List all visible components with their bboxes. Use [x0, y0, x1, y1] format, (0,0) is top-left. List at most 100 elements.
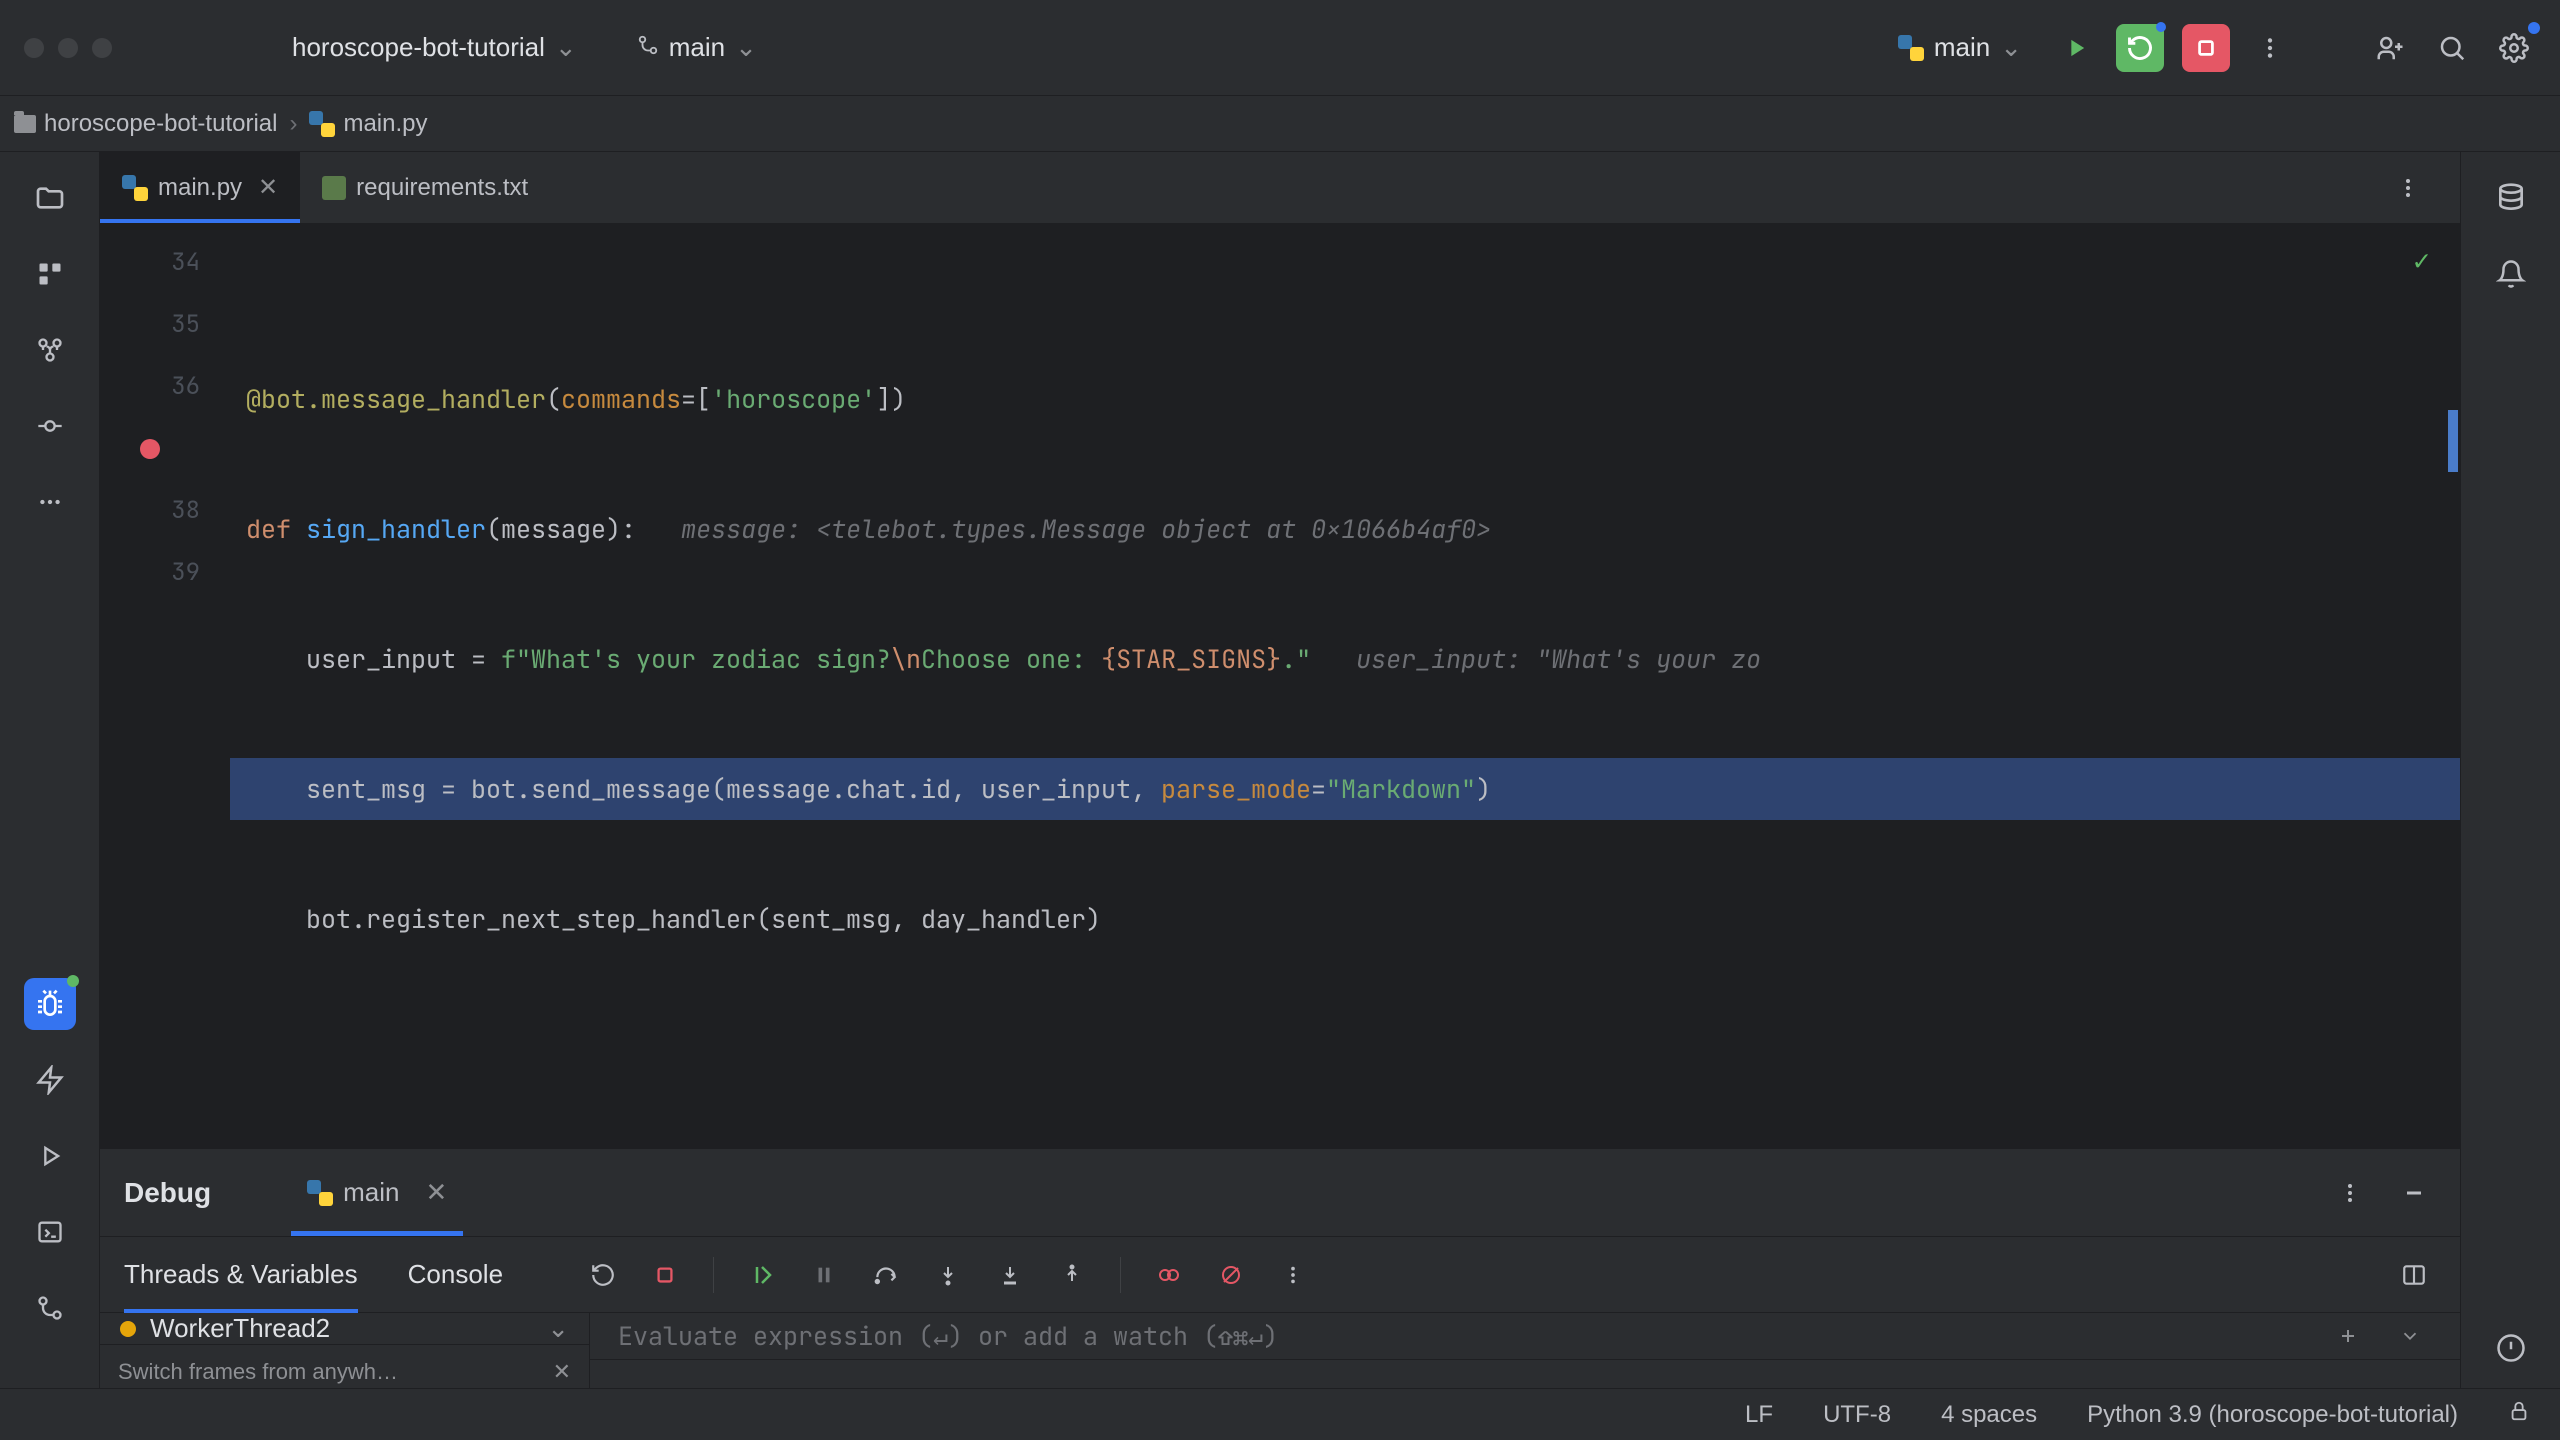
debug-toolbar: [583, 1255, 1313, 1295]
thread-selector[interactable]: WorkerThread2 ⌄: [100, 1313, 589, 1345]
gutter-line[interactable]: 39: [100, 542, 200, 604]
txt-icon: [322, 176, 346, 200]
minimize-panel-button[interactable]: [2392, 1171, 2436, 1215]
python-interpreter[interactable]: Python 3.9 (horoscope-bot-tutorial): [2087, 1401, 2458, 1429]
gutter-line[interactable]: 36: [100, 356, 200, 418]
left-toolbar: [0, 152, 100, 1388]
minimize-window[interactable]: [58, 38, 78, 58]
debug-toolbar-more[interactable]: [1273, 1255, 1313, 1295]
pause-button[interactable]: [804, 1255, 844, 1295]
branch-name: main: [669, 32, 725, 63]
git-tool[interactable]: [24, 1282, 76, 1334]
debug-tab-label: main: [343, 1177, 399, 1208]
file-encoding[interactable]: UTF-8: [1823, 1401, 1891, 1429]
stop-debug-button[interactable]: [645, 1255, 685, 1295]
project-tool[interactable]: [24, 172, 76, 224]
run-button[interactable]: [2054, 26, 2098, 70]
variables-tree[interactable]: ⌄ ≡ message = {Message} <telebot.types.M…: [590, 1360, 2460, 1388]
evaluate-expression-input[interactable]: Evaluate expression (↵) or add a watch (…: [590, 1313, 2460, 1360]
close-icon[interactable]: ✕: [553, 1359, 571, 1385]
gutter[interactable]: 34 35 36 38 39: [100, 224, 230, 1148]
status-bar: LF UTF-8 4 spaces Python 3.9 (horoscope-…: [0, 1388, 2560, 1440]
step-into-my-code-button[interactable]: [990, 1255, 1030, 1295]
separator: [1120, 1257, 1121, 1293]
breadcrumb-file[interactable]: main.py: [309, 110, 427, 138]
editor-body[interactable]: 34 35 36 38 39 ✓ @bot.message_handler(co…: [100, 224, 2460, 1148]
lock-icon[interactable]: [2508, 1400, 2530, 1429]
code-with-me-button[interactable]: [2368, 26, 2412, 70]
indent-setting[interactable]: 4 spaces: [1941, 1401, 2037, 1429]
folder-icon: [14, 115, 36, 133]
search-button[interactable]: [2430, 26, 2474, 70]
breadcrumb-root-label: horoscope-bot-tutorial: [44, 110, 277, 138]
debug-more-menu[interactable]: [2328, 1171, 2372, 1215]
notifications-tool[interactable]: [2485, 248, 2537, 300]
debug-header: Debug main ✕: [100, 1149, 2460, 1237]
breadcrumb-file-label: main.py: [343, 110, 427, 138]
view-breakpoints-button[interactable]: [1149, 1255, 1189, 1295]
debug-session-tab[interactable]: main ✕: [291, 1149, 463, 1236]
editor-tab-mainpy[interactable]: main.py ✕: [100, 152, 300, 223]
database-tool[interactable]: [2485, 172, 2537, 224]
chevron-down-icon: ⌄: [555, 32, 577, 63]
editor-tabs: main.py ✕ requirements.txt: [100, 152, 2460, 224]
right-toolbar: [2460, 152, 2560, 1388]
breadcrumb-root[interactable]: horoscope-bot-tutorial: [14, 110, 277, 138]
step-out-button[interactable]: [1052, 1255, 1092, 1295]
editor-more-menu[interactable]: [2386, 166, 2430, 210]
window-controls: [24, 38, 112, 58]
chevron-down-icon: ⌄: [2000, 32, 2022, 63]
close-icon[interactable]: ✕: [258, 173, 278, 202]
expand-button[interactable]: [2388, 1314, 2432, 1358]
editor-area: main.py ✕ requirements.txt 34 35 36 38: [100, 152, 2460, 1148]
titlebar: horoscope-bot-tutorial ⌄ main ⌄ main ⌄: [0, 0, 2560, 96]
layout-button[interactable]: [2392, 1253, 2436, 1297]
terminal-tool[interactable]: [24, 1206, 76, 1258]
close-window[interactable]: [24, 38, 44, 58]
rerun-button[interactable]: [583, 1255, 623, 1295]
debug-restart-button[interactable]: [2116, 24, 2164, 72]
inspection-ok-icon[interactable]: ✓: [2413, 242, 2430, 279]
run-config-name: main: [1934, 32, 1990, 63]
run-tool[interactable]: [24, 1130, 76, 1182]
gutter-line[interactable]: 38: [100, 480, 200, 542]
commit-tool[interactable]: [24, 400, 76, 452]
debug-tool[interactable]: [24, 978, 76, 1030]
more-tools[interactable]: [24, 476, 76, 528]
tab-label: requirements.txt: [356, 174, 528, 202]
mute-breakpoints-button[interactable]: [1211, 1255, 1251, 1295]
console-tab[interactable]: Console: [408, 1237, 503, 1312]
project-menu[interactable]: horoscope-bot-tutorial ⌄: [292, 32, 577, 63]
gutter-line[interactable]: 34: [100, 232, 200, 294]
problems-tool[interactable]: [2485, 1322, 2537, 1374]
stop-button[interactable]: [2182, 24, 2230, 72]
threads-variables-tab[interactable]: Threads & Variables: [124, 1237, 358, 1312]
variables-column: Evaluate expression (↵) or add a watch (…: [590, 1313, 2460, 1388]
resume-button[interactable]: [742, 1255, 782, 1295]
structure-tool[interactable]: [24, 248, 76, 300]
settings-button[interactable]: [2492, 26, 2536, 70]
vcs-tool[interactable]: [24, 324, 76, 376]
services-tool[interactable]: [24, 1054, 76, 1106]
more-menu[interactable]: [2248, 26, 2292, 70]
editor-tab-requirements[interactable]: requirements.txt: [300, 152, 550, 223]
python-icon: [309, 111, 335, 137]
separator: [713, 1257, 714, 1293]
maximize-window[interactable]: [92, 38, 112, 58]
step-into-button[interactable]: [928, 1255, 968, 1295]
add-watch-button[interactable]: [2326, 1314, 2370, 1358]
run-config-selector[interactable]: main ⌄: [1884, 26, 2036, 69]
step-over-button[interactable]: [866, 1255, 906, 1295]
code-area[interactable]: ✓ @bot.message_handler(commands=['horosc…: [230, 224, 2460, 1148]
frames-column: WorkerThread2 ⌄ sign_handler, main.py:37…: [100, 1313, 590, 1388]
close-icon[interactable]: ✕: [425, 1177, 447, 1208]
gutter-line[interactable]: [100, 418, 200, 480]
variable-row[interactable]: ⌄ ≡ message = {Message} <telebot.types.M…: [610, 1374, 2440, 1388]
breakpoint-icon[interactable]: [140, 439, 160, 459]
python-icon: [1898, 35, 1924, 61]
branch-menu[interactable]: main ⌄: [637, 32, 757, 63]
project-name: horoscope-bot-tutorial: [292, 32, 545, 63]
gutter-line[interactable]: 35: [100, 294, 200, 356]
line-ending[interactable]: LF: [1745, 1401, 1773, 1429]
debug-panel: Debug main ✕ Threads & Variables Console: [100, 1148, 2460, 1388]
